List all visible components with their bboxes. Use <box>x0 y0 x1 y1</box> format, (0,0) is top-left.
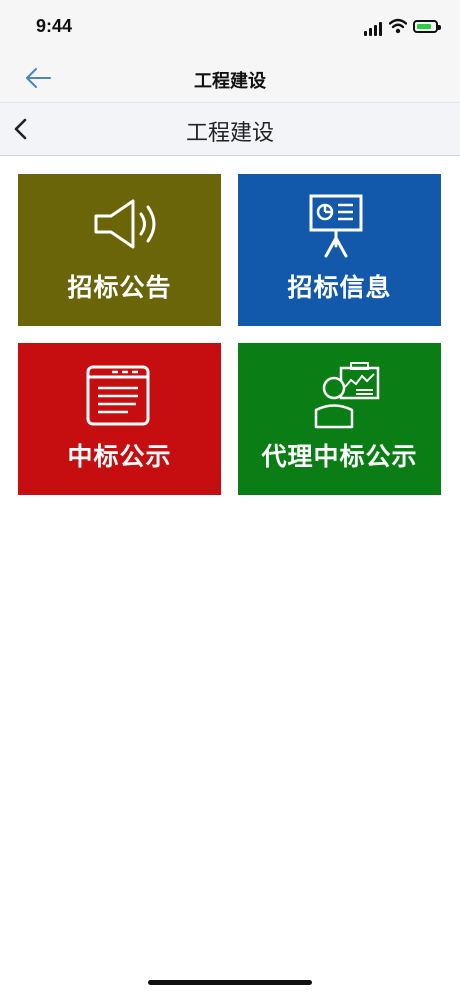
page-title: 工程建设 <box>185 121 274 146</box>
status-bar: 9:44 <box>0 0 460 56</box>
battery-icon <box>413 20 441 33</box>
person-chart-icon <box>314 362 380 429</box>
home-indicator[interactable] <box>148 980 312 985</box>
status-time: 9:44 <box>36 16 73 36</box>
signal-icon <box>364 22 384 36</box>
tile-label: 招标信息 <box>287 273 392 302</box>
tile-agent-winning-bid-notice[interactable]: 代理中标公示 <box>238 343 441 495</box>
document-window-icon <box>86 365 150 426</box>
page-header: 工程建设 <box>0 102 460 156</box>
speaker-icon <box>94 199 156 249</box>
tile-label: 招标公告 <box>67 273 172 302</box>
tile-label: 代理中标公示 <box>261 442 418 471</box>
tile-label: 中标公示 <box>67 442 172 471</box>
tile-winning-bid-notice[interactable]: 中标公示 <box>18 343 221 495</box>
presentation-board-icon <box>309 194 363 258</box>
wifi-icon <box>389 18 407 34</box>
app-header: 工程建设 <box>0 56 460 102</box>
tile-bidding-info[interactable]: 招标信息 <box>238 174 441 326</box>
app-title: 工程建设 <box>194 71 266 92</box>
tile-bidding-announcement[interactable]: 招标公告 <box>18 174 221 326</box>
